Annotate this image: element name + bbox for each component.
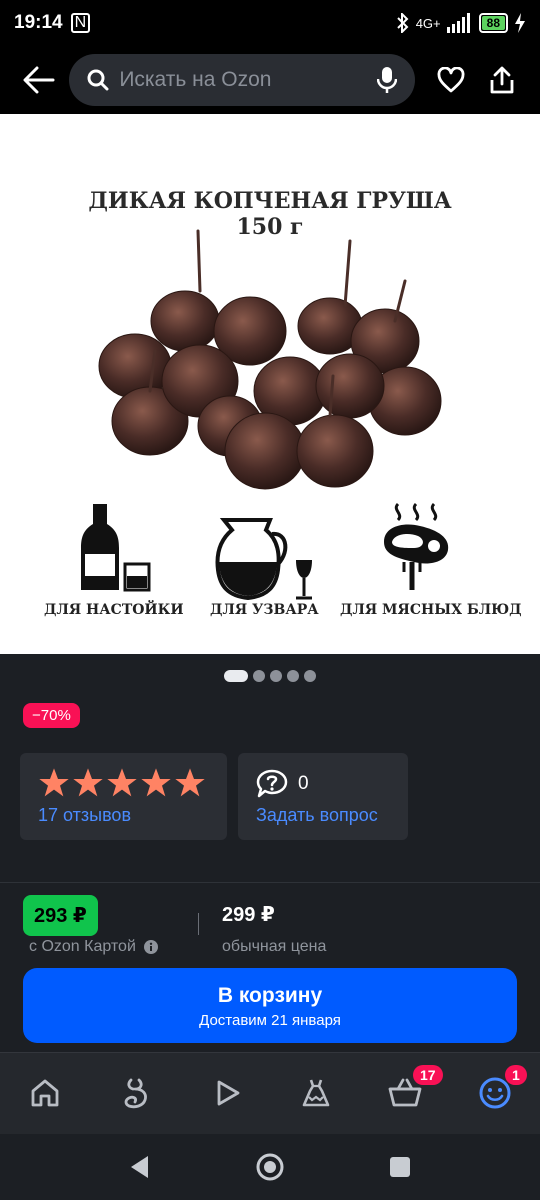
price-separator	[198, 913, 199, 935]
carousel-dot-4[interactable]	[287, 670, 299, 682]
microphone-icon[interactable]	[377, 66, 398, 94]
star-icon	[107, 768, 137, 797]
arrow-left-icon	[23, 66, 55, 94]
rating-card[interactable]: 17 отзывов	[20, 753, 227, 840]
ask-question-link[interactable]: Задать вопрос	[256, 805, 378, 826]
bluetooth-icon	[396, 13, 409, 33]
search-input[interactable]: Искать на Ozon	[119, 68, 377, 92]
question-bubble-icon	[256, 769, 288, 798]
star-icon	[141, 768, 171, 797]
carousel-dot-3[interactable]	[270, 670, 282, 682]
add-to-cart-button[interactable]: В корзину Доставим 21 января	[23, 968, 517, 1043]
profile-badge: 1	[505, 1065, 527, 1085]
status-time: 19:14	[14, 12, 63, 33]
delivery-date-label: Доставим 21 января	[199, 1012, 341, 1029]
regular-price-label: обычная цена	[222, 938, 327, 955]
network-type: 4G+	[415, 15, 441, 31]
nfc-icon: N	[70, 13, 91, 33]
battery-icon: 88	[478, 13, 508, 33]
dried-pears-photo	[98, 229, 442, 490]
star-icon	[39, 768, 69, 797]
add-to-cart-label: В корзину	[217, 984, 323, 1007]
reviews-link[interactable]: 17 отзывов	[38, 805, 131, 826]
caption-liqueur: ДЛЯ НАСТОЙКИ	[44, 602, 184, 618]
battery-level: 88	[481, 16, 505, 30]
product-image[interactable]: ДИКАЯ КОПЧЕНАЯ ГРУША 150 г ДЛЯ НАСТОЙКИ …	[0, 114, 540, 654]
carousel-dot-1[interactable]	[224, 670, 248, 682]
ozon-card-price-label: с Ozon Картой	[29, 938, 158, 956]
top-bar: Искать на Ozon	[0, 46, 540, 114]
bottom-nav: 17 1	[0, 1052, 540, 1134]
carousel-dot-2[interactable]	[253, 670, 265, 682]
meat-icon	[384, 502, 449, 590]
ozon-card-label-text: с Ozon Картой	[29, 938, 136, 955]
cart-badge: 17	[413, 1065, 443, 1085]
search-icon	[87, 69, 109, 91]
back-button[interactable]	[12, 53, 65, 107]
questions-card[interactable]: 0 Задать вопрос	[238, 753, 408, 840]
fresh-icon	[124, 1078, 147, 1109]
product-image-title-line1: ДИКАЯ КОПЧЕНАЯ ГРУША	[88, 188, 452, 214]
rating-stars	[38, 767, 206, 799]
jug-icon	[215, 518, 312, 601]
ozon-card-price: 293 ₽	[23, 895, 98, 936]
regular-price: 299 ₽	[222, 904, 275, 926]
home-icon	[31, 1079, 59, 1107]
share-icon	[490, 66, 514, 94]
caption-uzvar: ДЛЯ УЗВАРА	[210, 602, 319, 618]
play-icon	[217, 1080, 240, 1106]
nav-profile[interactable]: 1	[475, 1065, 527, 1113]
favorite-button[interactable]	[425, 54, 476, 106]
system-recents-icon[interactable]	[389, 1156, 411, 1178]
nav-fresh[interactable]	[115, 1073, 155, 1113]
carousel-indicator[interactable]	[0, 670, 540, 682]
signal-icon	[446, 13, 470, 33]
carousel-dot-5[interactable]	[304, 670, 316, 682]
system-home-icon[interactable]	[255, 1152, 285, 1182]
heart-icon	[437, 67, 465, 93]
charging-icon	[515, 13, 525, 33]
questions-count: 0	[298, 773, 309, 794]
system-back-icon[interactable]	[128, 1154, 152, 1180]
status-icons: 4G+ 88	[396, 13, 526, 33]
nav-video[interactable]	[207, 1073, 247, 1113]
caption-meat: ДЛЯ МЯСНЫХ БЛЮД	[340, 602, 522, 618]
discount-badge: −70%	[23, 703, 80, 728]
dress-icon	[302, 1079, 330, 1107]
share-button[interactable]	[477, 54, 528, 106]
nav-home[interactable]	[25, 1073, 65, 1113]
system-nav-bar	[0, 1134, 540, 1200]
nav-fashion[interactable]	[296, 1073, 336, 1113]
star-icon	[175, 768, 205, 797]
star-icon	[73, 768, 103, 797]
status-bar: 19:14 N 4G+ 88	[0, 0, 540, 46]
section-divider	[0, 882, 540, 883]
nav-cart[interactable]: 17	[385, 1065, 443, 1113]
search-bar[interactable]: Искать на Ozon	[69, 54, 416, 106]
liqueur-bottle-icon	[81, 504, 151, 592]
info-icon[interactable]	[143, 940, 158, 954]
